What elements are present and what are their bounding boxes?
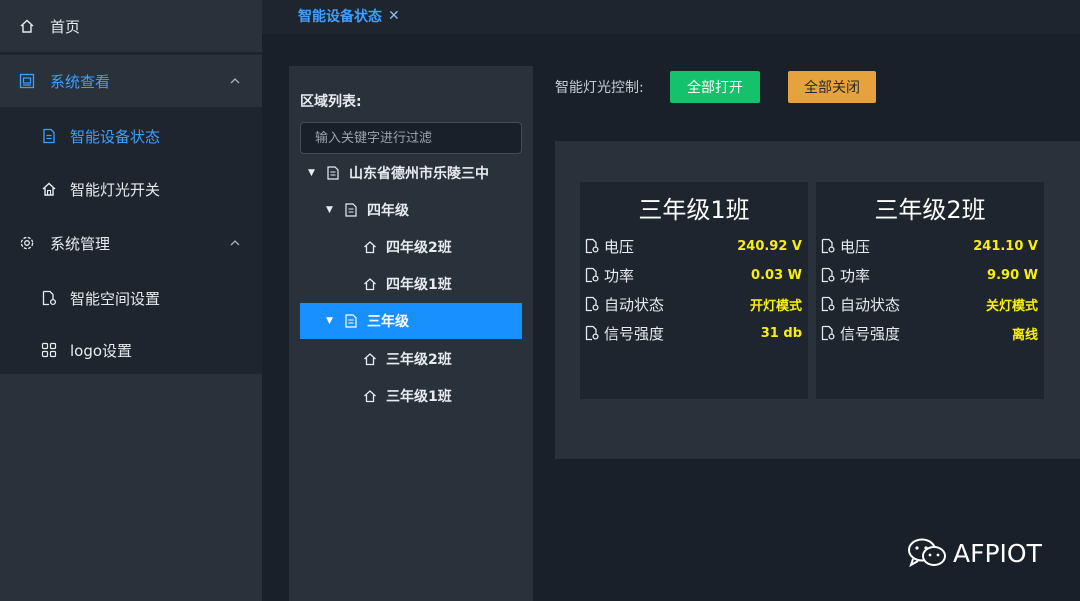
- card-row-label: 信号强度: [604, 324, 665, 343]
- card-row-label: 电压: [840, 237, 871, 256]
- card-row-value: 241.10 V: [973, 238, 1038, 254]
- card-title: 三年级1班: [638, 195, 750, 224]
- tree-title: 区域列表:: [300, 94, 362, 110]
- menu-label-system-mgmt: 系统管理: [50, 234, 111, 253]
- tab-label: 智能设备状态: [298, 9, 382, 25]
- file-settings-icon: [585, 238, 599, 254]
- menu-item-light-switch[interactable]: 智能灯光开关: [0, 163, 262, 215]
- document-icon: [40, 127, 58, 145]
- card-row-value: 31 db: [760, 325, 802, 341]
- house-icon: [40, 180, 58, 198]
- card-row-label: 功率: [840, 266, 871, 285]
- card-row-power: 功率 9.90 W: [820, 264, 1040, 286]
- tab-bar: 智能设备状态 ✕: [262, 0, 1080, 34]
- card-row-value: 240.92 V: [737, 238, 802, 254]
- file-settings-icon: [585, 325, 599, 341]
- house-icon: [363, 389, 377, 403]
- tree-node-grade[interactable]: ▼ 四年级: [300, 192, 522, 228]
- card-row-power: 功率 0.03 W: [584, 264, 804, 286]
- grid-icon: [40, 341, 58, 359]
- tree-node-label: 山东省德州市乐陵三中: [349, 166, 489, 182]
- card-row-label: 功率: [604, 266, 635, 285]
- card-row-value: 开灯模式: [749, 298, 802, 314]
- document-icon: [344, 203, 358, 217]
- menu-label-space-settings: 智能空间设置: [70, 289, 161, 308]
- area-tree-panel: 区域列表: ▼ 山东省德州市乐陵三中 ▼ 四年级 四年级2班 四年级1班 ▼ 三…: [289, 66, 533, 601]
- device-card[interactable]: 三年级2班 电压 241.10 V 功率 9.90 W 自动状态 关灯模式 信号…: [816, 182, 1044, 399]
- watermark-text: AFPIOT: [953, 538, 1042, 568]
- tree-node-class[interactable]: 三年级1班: [300, 378, 522, 414]
- close-all-button[interactable]: 全部关闭: [788, 71, 876, 103]
- tree-node-label: 四年级: [367, 203, 409, 219]
- menu-item-space-settings[interactable]: 智能空间设置: [0, 272, 262, 324]
- file-settings-icon: [821, 325, 835, 341]
- house-icon: [363, 277, 377, 291]
- file-settings-icon: [821, 267, 835, 283]
- menu-label-device-status: 智能设备状态: [70, 127, 161, 146]
- card-row-value: 0.03 W: [751, 267, 802, 283]
- tree-node-label: 四年级1班: [386, 277, 452, 293]
- tree-node-class[interactable]: 四年级1班: [300, 266, 522, 302]
- device-card[interactable]: 三年级1班 电压 240.92 V 功率 0.03 W 自动状态 开灯模式 信号…: [580, 182, 808, 399]
- wechat-icon: [908, 538, 946, 568]
- tree-node-label: 三年级1班: [386, 389, 452, 405]
- caret-down-icon[interactable]: ▼: [308, 168, 315, 178]
- gear-icon: [18, 234, 36, 252]
- sidebar: 首页 系统查看 智能设备状态 智能灯光开关 系统管理 智能空间设置 logo设置: [0, 0, 262, 601]
- menu-item-system-mgmt[interactable]: 系统管理: [0, 217, 262, 269]
- tree-node-school[interactable]: ▼ 山东省德州市乐陵三中: [300, 155, 522, 191]
- watermark: AFPIOT: [907, 537, 1042, 569]
- menu-label-system-view: 系统查看: [50, 72, 111, 91]
- home-icon: [18, 17, 36, 35]
- menu-label-home: 首页: [50, 17, 81, 36]
- card-row-signal: 信号强度 31 db: [584, 322, 804, 344]
- tree-node-class[interactable]: 四年级2班: [300, 229, 522, 265]
- menu-label-logo-settings: logo设置: [70, 341, 133, 360]
- menu-item-system-view[interactable]: 系统查看: [0, 55, 262, 107]
- card-row-voltage: 电压 241.10 V: [820, 235, 1040, 257]
- tab-device-status[interactable]: 智能设备状态 ✕: [298, 6, 400, 26]
- tree-node-label: 三年级: [367, 314, 409, 330]
- document-icon: [344, 314, 358, 328]
- tree-node-label: 四年级2班: [386, 240, 452, 256]
- tree-node-class[interactable]: 三年级2班: [300, 341, 522, 377]
- file-settings-icon: [585, 296, 599, 312]
- monitor-icon: [18, 72, 36, 90]
- card-title: 三年级2班: [874, 195, 986, 224]
- light-control-label: 智能灯光控制:: [555, 80, 644, 96]
- card-row-label: 电压: [604, 237, 635, 256]
- card-row-label: 信号强度: [840, 324, 901, 343]
- caret-down-icon[interactable]: ▼: [326, 205, 333, 215]
- menu-item-home[interactable]: 首页: [0, 0, 262, 52]
- card-row-voltage: 电压 240.92 V: [584, 235, 804, 257]
- card-row-value: 9.90 W: [987, 267, 1038, 283]
- menu-label-light-switch: 智能灯光开关: [70, 180, 161, 199]
- file-settings-icon: [40, 289, 58, 307]
- caret-down-icon[interactable]: ▼: [326, 316, 333, 326]
- house-icon: [363, 352, 377, 366]
- tree-filter-input[interactable]: [300, 122, 522, 154]
- open-all-button[interactable]: 全部打开: [670, 71, 760, 103]
- document-icon: [326, 166, 340, 180]
- file-settings-icon: [821, 238, 835, 254]
- side-menu: 首页 系统查看 智能设备状态 智能灯光开关 系统管理 智能空间设置 logo设置: [0, 0, 262, 374]
- house-icon: [363, 240, 377, 254]
- card-row-auto-status: 自动状态 开灯模式: [584, 293, 804, 315]
- card-row-label: 自动状态: [840, 295, 901, 314]
- card-row-label: 自动状态: [604, 295, 665, 314]
- file-settings-icon: [585, 267, 599, 283]
- card-row-signal: 信号强度 离线: [820, 322, 1040, 344]
- card-row-auto-status: 自动状态 关灯模式: [820, 293, 1040, 315]
- card-row-value: 关灯模式: [985, 298, 1038, 314]
- file-settings-icon: [821, 296, 835, 312]
- tree-node-grade-selected[interactable]: ▼ 三年级: [300, 303, 522, 339]
- card-row-value: 离线: [1011, 327, 1038, 343]
- chevron-up-icon[interactable]: [226, 234, 244, 252]
- menu-item-device-status[interactable]: 智能设备状态: [0, 110, 262, 162]
- tree-node-label: 三年级2班: [386, 352, 452, 368]
- menu-item-logo-settings[interactable]: logo设置: [0, 324, 262, 376]
- close-icon[interactable]: ✕: [388, 8, 400, 24]
- chevron-up-icon[interactable]: [226, 72, 244, 90]
